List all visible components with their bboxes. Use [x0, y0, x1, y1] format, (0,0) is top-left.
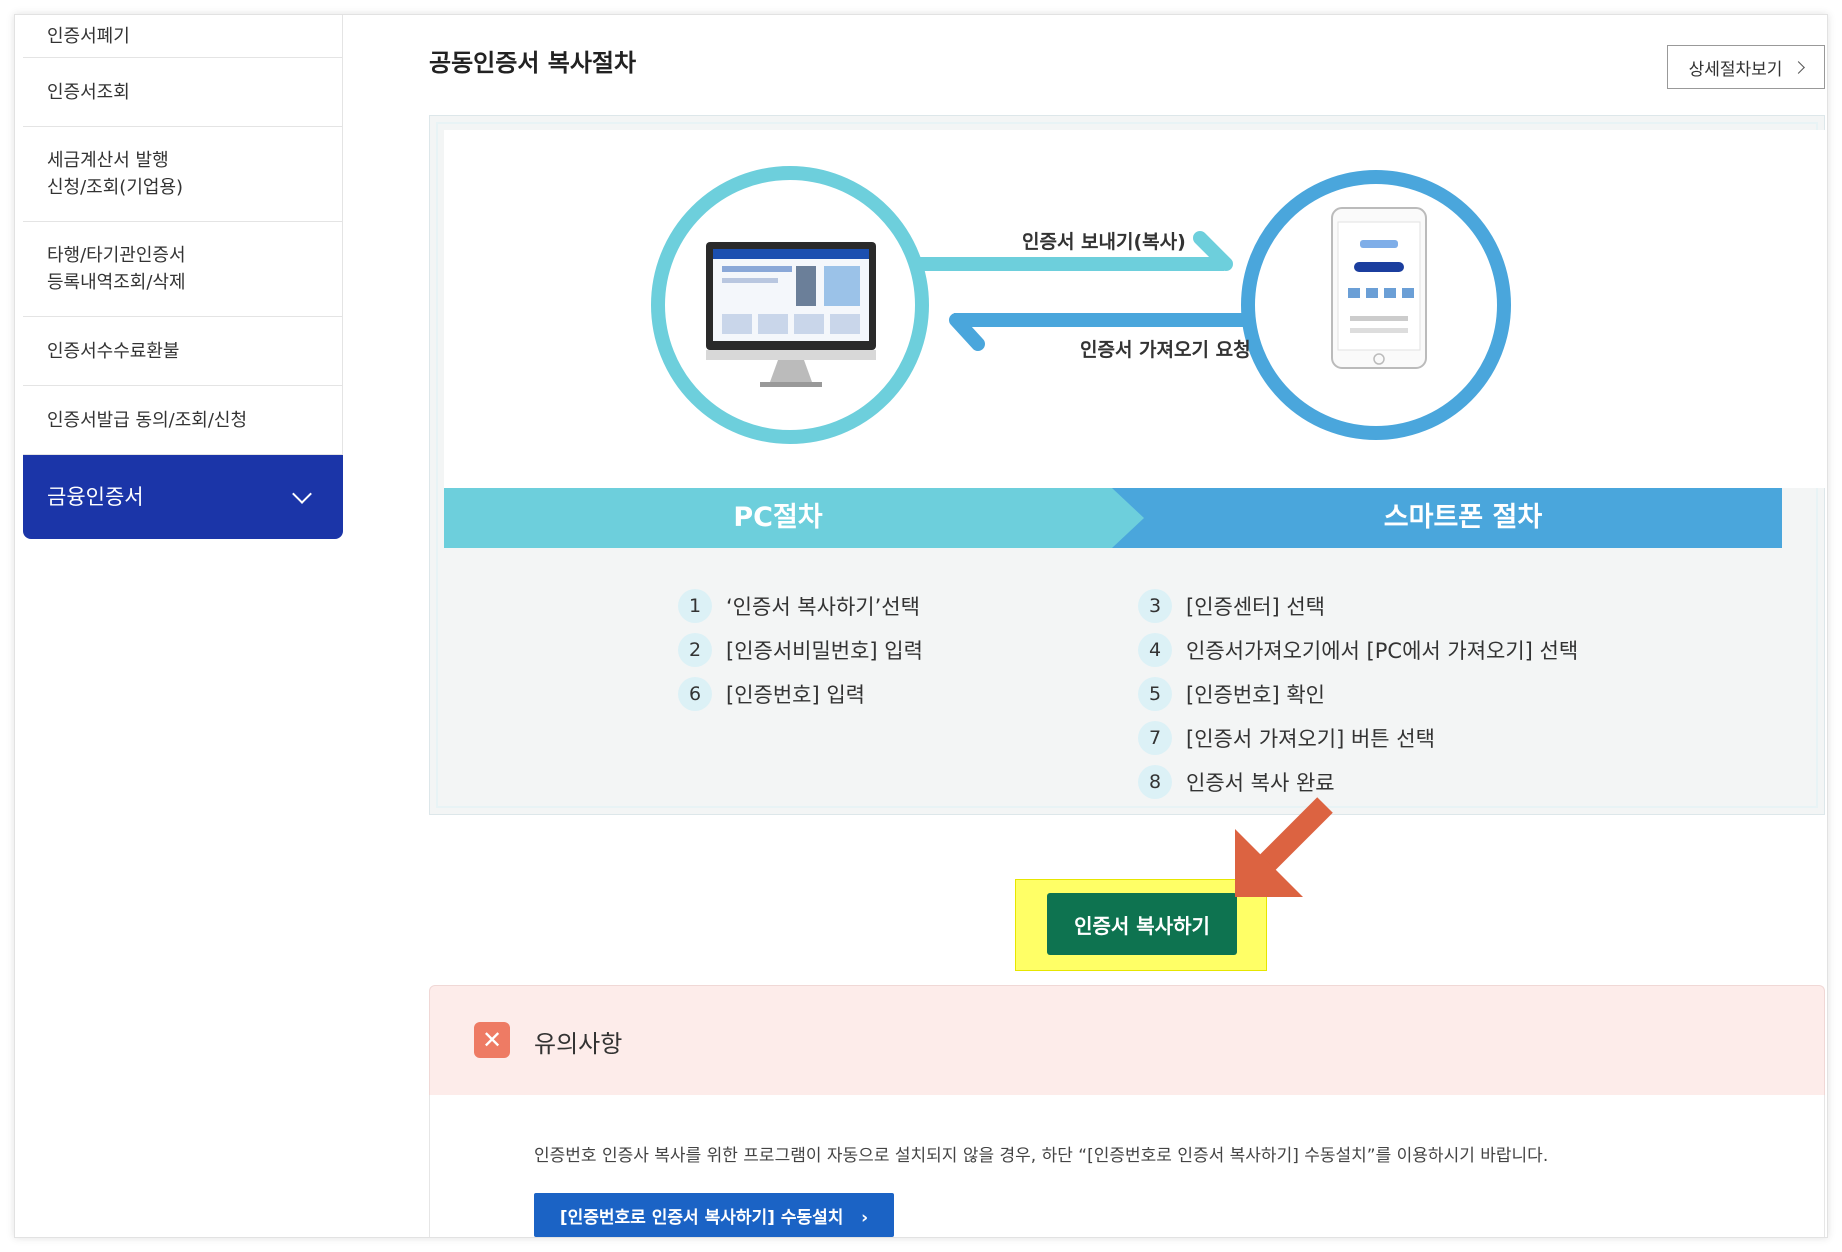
pc-band-label: PC절차	[733, 502, 823, 533]
step-text: 인증서가져오기에서 [PC에서 가져오기] 선택	[1186, 639, 1579, 663]
chevron-right-icon	[1792, 60, 1806, 74]
notice-text: 인증번호 인증사 복사를 위한 프로그램이 자동으로 설치되지 않을 경우, 하…	[534, 1146, 1549, 1166]
sidebar-item-label-line2: 신청/조회(기업용)	[47, 177, 184, 198]
step-item: 3 [인증센터] 선택	[1138, 584, 1578, 628]
sidebar-item-tax-invoice[interactable]: 세금계산서 발행 신청/조회(기업용)	[23, 127, 343, 222]
sidebar-item-other-bank[interactable]: 타행/타기관인증서 등록내역조회/삭제	[23, 222, 343, 317]
close-icon: ✕	[474, 1022, 510, 1058]
procedure-panel-inner: 인증서 보내기(복사) 인증서 가져오기 요청 PC절차 스마트폰 절차 1 ‘인…	[436, 122, 1826, 808]
sidebar-item-issue-consent[interactable]: 인증서발급 동의/조회/신청	[23, 386, 343, 455]
step-number: 5	[1138, 677, 1172, 711]
notice-title: 유의사항	[534, 1030, 623, 1058]
step-item: 2 [인증서비밀번호] 입력	[678, 628, 923, 672]
sidebar-item-revoke[interactable]: 인증서폐기	[23, 15, 343, 58]
step-item: 1 ‘인증서 복사하기’선택	[678, 584, 923, 628]
sidebar-item-label: 인증서발급 동의/조회/신청	[47, 409, 248, 431]
copy-certificate-button[interactable]: 인증서 복사하기	[1047, 893, 1237, 955]
detail-procedure-button[interactable]: 상세절차보기	[1667, 45, 1825, 89]
sidebar-item-label: 인증서수수료환불	[47, 340, 180, 362]
pc-steps-list: 1 ‘인증서 복사하기’선택 2 [인증서비밀번호] 입력 6 [인증번호] 입력	[678, 584, 923, 716]
step-number: 6	[678, 677, 712, 711]
step-item: 6 [인증번호] 입력	[678, 672, 923, 716]
step-text: [인증서비밀번호] 입력	[726, 639, 923, 663]
notice-body: 인증번호 인증사 복사를 위한 프로그램이 자동으로 설치되지 않을 경우, 하…	[429, 1095, 1825, 1237]
step-item: 8 인증서 복사 완료	[1138, 760, 1578, 804]
sidebar-item-label-line1: 타행/타기관인증서	[47, 245, 186, 266]
send-label: 인증서 보내기(복사)	[1022, 231, 1186, 253]
sidebar-item-label: 타행/타기관인증서 등록내역조회/삭제	[47, 242, 186, 296]
request-label: 인증서 가져오기 요청	[1080, 339, 1251, 361]
page-frame: 인증서폐기 인증서조회 세금계산서 발행 신청/조회(기업용) 타행/타기관인증…	[14, 14, 1828, 1238]
sidebar-item-label: 인증서폐기	[47, 25, 130, 47]
step-number: 3	[1138, 589, 1172, 623]
step-item: 4 인증서가져오기에서 [PC에서 가져오기] 선택	[1138, 628, 1578, 672]
phone-steps-list: 3 [인증센터] 선택 4 인증서가져오기에서 [PC에서 가져오기] 선택 5 [인…	[1138, 584, 1578, 804]
step-number: 1	[678, 589, 712, 623]
step-text: ‘인증서 복사하기’선택	[726, 595, 920, 619]
procedure-panel: 인증서 보내기(복사) 인증서 가져오기 요청 PC절차 스마트폰 절차 1 ‘인…	[429, 115, 1826, 815]
sidebar-item-financial-cert[interactable]: 금융인증서	[23, 455, 343, 539]
sidebar-item-lookup[interactable]: 인증서조회	[23, 58, 343, 127]
step-text: [인증번호] 입력	[726, 683, 865, 707]
copy-illustration-svg: 인증서 보내기(복사) 인증서 가져오기 요청	[651, 166, 1511, 444]
sidebar-item-label: 금융인증서	[47, 484, 144, 509]
sidebar-item-label: 인증서조회	[47, 81, 130, 103]
step-number: 2	[678, 633, 712, 667]
step-text: [인증번호] 확인	[1186, 683, 1325, 707]
sidebar-item-label-line2: 등록내역조회/삭제	[47, 272, 186, 293]
page-title: 공동인증서 복사절차	[429, 49, 637, 77]
detail-procedure-label: 상세절차보기	[1688, 59, 1783, 79]
sidebar-item-label: 세금계산서 발행 신청/조회(기업용)	[47, 147, 183, 201]
procedure-band: PC절차 스마트폰 절차	[444, 488, 1782, 548]
smartphone-icon	[1331, 207, 1427, 369]
sidebar-item-label-line1: 세금계산서 발행	[47, 150, 169, 171]
copy-illustration: 인증서 보내기(복사) 인증서 가져오기 요청	[444, 130, 1826, 488]
step-number: 4	[1138, 633, 1172, 667]
step-number: 8	[1138, 765, 1172, 799]
sidebar-item-fee-refund[interactable]: 인증서수수료환불	[23, 317, 343, 386]
sidebar: 인증서폐기 인증서조회 세금계산서 발행 신청/조회(기업용) 타행/타기관인증…	[23, 15, 343, 539]
manual-install-button[interactable]: [인증번호로 인증서 복사하기] 수동설치 ›	[534, 1193, 894, 1237]
step-text: [인증서 가져오기] 버튼 선택	[1186, 727, 1435, 751]
step-item: 5 [인증번호] 확인	[1138, 672, 1578, 716]
chevron-right-icon: ›	[849, 1207, 869, 1228]
step-text: [인증센터] 선택	[1186, 595, 1325, 619]
step-number: 7	[1138, 721, 1172, 755]
phone-band-label: 스마트폰 절차	[1383, 502, 1543, 533]
step-item: 7 [인증서 가져오기] 버튼 선택	[1138, 716, 1578, 760]
pointer-arrow-icon	[1235, 797, 1333, 897]
manual-install-label: [인증번호로 인증서 복사하기] 수동설치	[559, 1207, 844, 1228]
chevron-down-icon	[292, 484, 312, 504]
notice-header: ✕ 유의사항	[429, 985, 1825, 1095]
